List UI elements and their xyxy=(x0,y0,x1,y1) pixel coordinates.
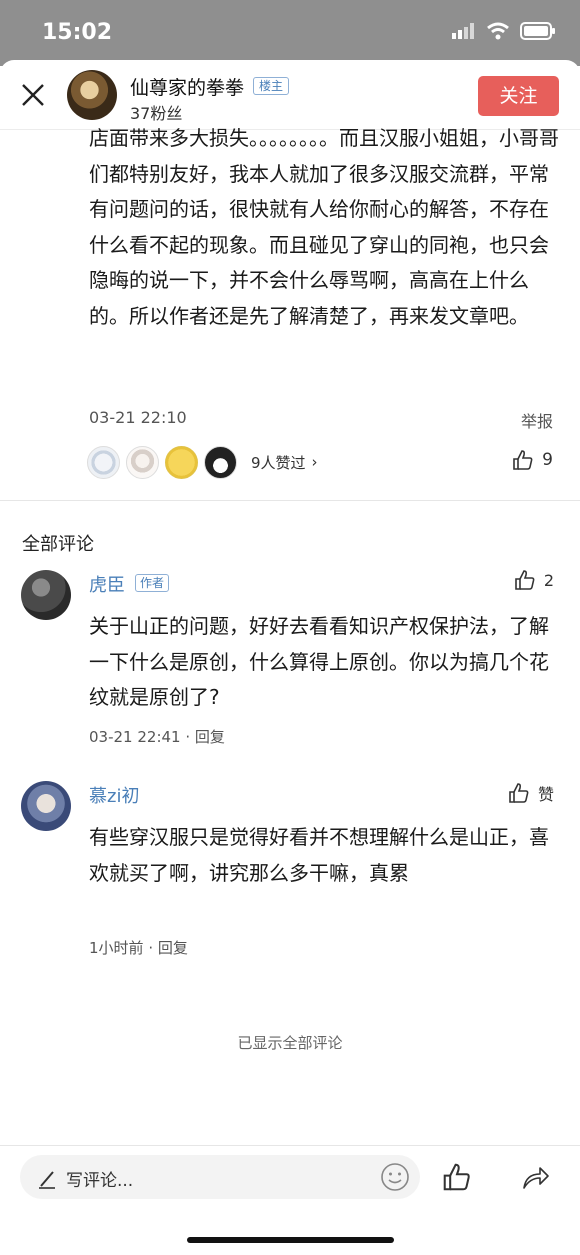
author-avatar[interactable] xyxy=(67,70,117,120)
cellular-signal-icon xyxy=(452,23,474,39)
report-link[interactable]: 举报 xyxy=(521,408,553,432)
comment-input-placeholder: 写评论... xyxy=(66,1171,134,1191)
wifi-icon xyxy=(487,22,509,40)
header: 仙尊家的拳拳 楼主 37粉丝 关注 xyxy=(0,60,580,130)
author-badge: 作者 xyxy=(135,574,170,592)
close-icon[interactable] xyxy=(20,82,46,108)
thumbs-up-icon xyxy=(509,783,529,803)
follow-button[interactable]: 关注 xyxy=(478,76,559,116)
likers-count: 9人赞过 xyxy=(251,453,306,472)
pen-icon xyxy=(39,1171,55,1189)
op-badge: 楼主 xyxy=(253,77,290,95)
meta-separator: · xyxy=(185,728,195,746)
home-indicator xyxy=(187,1237,394,1243)
comment-like-count: 2 xyxy=(543,570,554,590)
liker-avatar xyxy=(165,445,198,479)
status-icons xyxy=(452,22,556,40)
emoji-icon[interactable] xyxy=(380,1162,410,1192)
thumbs-up-icon xyxy=(513,450,533,470)
meta-separator: · xyxy=(148,939,158,957)
status-bar: 15:02 xyxy=(0,0,580,66)
section-divider xyxy=(0,500,580,501)
comment-time: 03-21 22:41 xyxy=(89,728,181,746)
commenter-avatar[interactable] xyxy=(21,570,71,620)
thumbs-up-icon[interactable] xyxy=(442,1162,472,1192)
comment-like-label: 赞 xyxy=(537,785,554,804)
main-like-button[interactable]: 9 xyxy=(512,449,553,471)
liker-avatar xyxy=(126,445,159,479)
all-comments-shown-label: 已显示全部评论 xyxy=(237,1034,343,1052)
reply-link[interactable]: 回复 xyxy=(195,728,225,746)
author-name[interactable]: 仙尊家的拳拳 xyxy=(130,73,244,100)
commenter-name[interactable]: 虎臣 xyxy=(89,571,125,597)
liker-avatar xyxy=(87,445,120,479)
reply-link[interactable]: 回复 xyxy=(158,939,188,957)
status-time: 15:02 xyxy=(42,20,113,45)
main-like-count: 9 xyxy=(542,450,553,470)
comment-input[interactable]: 写评论... xyxy=(20,1155,420,1199)
comment-text: 关于山正的问题，好好去看看知识产权保护法，了解一下什么是原创，什么算得上原创。你… xyxy=(89,614,549,709)
commenter-name[interactable]: 慕zi初 xyxy=(89,782,139,808)
share-icon[interactable] xyxy=(520,1162,550,1192)
main-comment-timestamp: 03-21 22:10 xyxy=(89,408,187,427)
comment-meta: 03-21 22:41 · 回复 xyxy=(89,726,225,747)
comment-meta: 1小时前 · 回复 xyxy=(89,937,188,958)
commenter-avatar[interactable] xyxy=(21,781,71,831)
battery-icon xyxy=(520,22,555,40)
comment-time: 1小时前 xyxy=(89,939,144,957)
main-comment-text: 店面带来多大损失。。。。。。。。而且汉服小姐姐，小哥哥们都特别友好，我本人就加了… xyxy=(89,126,559,328)
likers-row[interactable]: 9人赞过 › xyxy=(87,445,318,479)
comment-text: 有些穿汉服只是觉得好看并不想理解什么是山正，喜欢就买了啊，讲究那么多干嘛，真累 xyxy=(89,825,549,885)
all-comments-title: 全部评论 xyxy=(22,534,94,555)
comment-like-button[interactable]: 2 xyxy=(514,569,554,591)
chevron-right-icon: › xyxy=(311,453,318,471)
liker-avatar xyxy=(204,445,237,479)
thumbs-up-icon xyxy=(515,570,535,590)
comment-like-button[interactable]: 赞 xyxy=(508,781,554,805)
